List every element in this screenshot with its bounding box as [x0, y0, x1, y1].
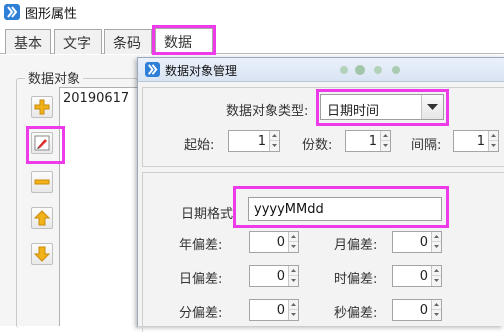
day-offset-label: 日偏差: — [179, 272, 223, 287]
edit-button[interactable] — [31, 132, 53, 154]
tab-basic[interactable]: 基本 — [5, 29, 51, 54]
increment-button[interactable] — [289, 300, 298, 310]
arrow-down-icon — [34, 246, 50, 262]
decrement-button[interactable] — [289, 310, 298, 320]
copies-stepper[interactable]: 1 — [345, 130, 391, 152]
hour-offset-stepper-buttons[interactable] — [431, 266, 441, 286]
increment-button[interactable] — [289, 232, 298, 242]
minute-offset-stepper-buttons[interactable] — [288, 300, 298, 320]
increment-button[interactable] — [289, 266, 298, 276]
copies-label: 份数: — [302, 138, 333, 153]
hour-offset-stepper[interactable]: 0 — [392, 265, 442, 287]
day-offset-stepper-buttons[interactable] — [288, 266, 298, 286]
minus-icon — [34, 179, 50, 185]
list-item[interactable]: 20190617 — [63, 91, 129, 106]
second-offset-stepper-buttons[interactable] — [431, 300, 441, 320]
month-offset-stepper[interactable]: 0 — [392, 231, 442, 253]
dialog-app-icon — [145, 62, 160, 77]
arrow-up-icon — [34, 210, 50, 226]
data-type-select[interactable]: 日期时间 — [320, 94, 444, 120]
increment-button[interactable] — [489, 131, 498, 141]
day-offset-value: 0 — [276, 269, 285, 284]
decrement-button[interactable] — [381, 141, 390, 151]
increment-button[interactable] — [381, 131, 390, 141]
data-type-value: 日期时间 — [327, 104, 380, 119]
remove-button[interactable] — [31, 171, 53, 193]
data-type-label: 数据对象类型: — [226, 104, 309, 119]
increment-button[interactable] — [432, 232, 441, 242]
tab-barcode[interactable]: 条码 — [104, 29, 152, 54]
hour-offset-label: 时偏差: — [334, 272, 378, 287]
increment-button[interactable] — [432, 300, 441, 310]
data-object-list[interactable]: 20190617 — [59, 87, 141, 326]
date-format-input[interactable]: yyyyMMdd — [248, 197, 442, 221]
copies-stepper-buttons[interactable] — [380, 131, 390, 151]
month-offset-label: 月偏差: — [334, 238, 378, 253]
start-stepper[interactable]: 1 — [228, 130, 280, 152]
interval-stepper-buttons[interactable] — [488, 131, 498, 151]
second-offset-label: 秒偏差: — [334, 306, 378, 321]
decrement-button[interactable] — [270, 141, 279, 151]
date-format-value: yyyyMMdd — [254, 202, 324, 217]
chevron-down-icon — [427, 104, 438, 110]
increment-button[interactable] — [432, 266, 441, 276]
dialog-title: 数据对象管理 — [165, 64, 238, 78]
hour-offset-value: 0 — [419, 269, 428, 284]
tab-text[interactable]: 文字 — [54, 29, 102, 54]
edit-icon — [34, 135, 50, 151]
year-offset-stepper[interactable]: 0 — [249, 231, 299, 253]
graphic-properties-window: 图形属性 基本 文字 条码 数据源 数据对象 20190617 数据对象管理 — [0, 0, 504, 332]
start-stepper-buttons[interactable] — [269, 131, 279, 151]
decrement-button[interactable] — [432, 276, 441, 286]
month-offset-value: 0 — [419, 235, 428, 250]
decrement-button[interactable] — [289, 276, 298, 286]
decrement-button[interactable] — [289, 242, 298, 252]
window-titlebar: 图形属性 — [0, 0, 504, 24]
minute-offset-label: 分偏差: — [179, 306, 223, 321]
dialog-titlebar: 数据对象管理 — [138, 58, 504, 82]
increment-button[interactable] — [270, 131, 279, 141]
interval-label: 间隔: — [411, 138, 442, 153]
titlebar-decoration-icon — [340, 65, 400, 75]
interval-stepper[interactable]: 1 — [453, 130, 499, 152]
decrement-button[interactable] — [432, 310, 441, 320]
decrement-button[interactable] — [489, 141, 498, 151]
second-offset-value: 0 — [419, 303, 428, 318]
year-offset-stepper-buttons[interactable] — [288, 232, 298, 252]
add-button[interactable] — [31, 96, 53, 118]
start-value: 1 — [257, 134, 266, 149]
year-offset-label: 年偏差: — [179, 238, 223, 253]
plus-icon — [34, 99, 50, 115]
app-icon — [4, 4, 20, 20]
minute-offset-stepper[interactable]: 0 — [249, 299, 299, 321]
tab-bar: 基本 文字 条码 数据源 — [0, 24, 504, 71]
start-label: 起始: — [184, 138, 215, 153]
tab-data-source[interactable]: 数据源 — [155, 28, 213, 71]
move-down-button[interactable] — [31, 243, 53, 265]
date-format-label: 日期格式: — [181, 207, 238, 222]
dropdown-button[interactable] — [421, 95, 443, 119]
copies-value: 1 — [368, 134, 377, 149]
decrement-button[interactable] — [432, 242, 441, 252]
year-offset-value: 0 — [276, 235, 285, 250]
interval-value: 1 — [476, 134, 485, 149]
month-offset-stepper-buttons[interactable] — [431, 232, 441, 252]
minute-offset-value: 0 — [276, 303, 285, 318]
data-object-group-label: 数据对象 — [25, 68, 84, 87]
second-offset-stepper[interactable]: 0 — [392, 299, 442, 321]
window-title: 图形属性 — [25, 7, 78, 22]
day-offset-stepper[interactable]: 0 — [249, 265, 299, 287]
move-up-button[interactable] — [31, 207, 53, 229]
